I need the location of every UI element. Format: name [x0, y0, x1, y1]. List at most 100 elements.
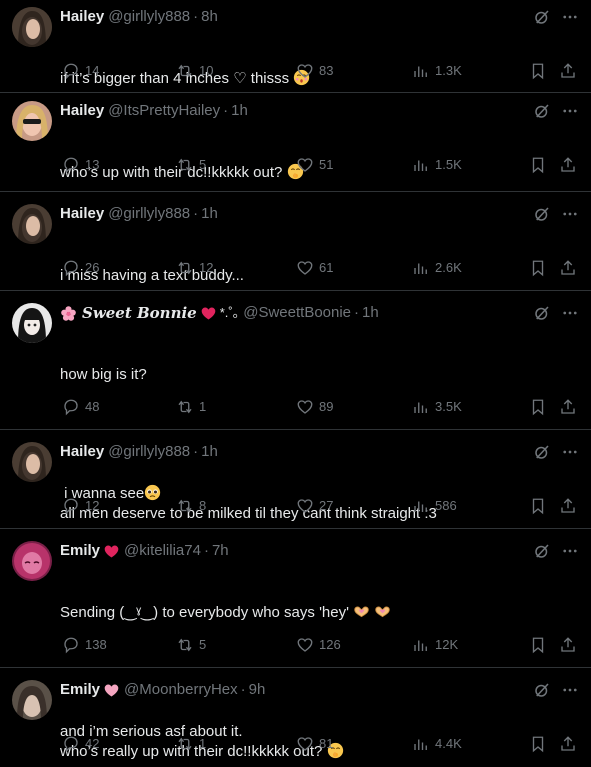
views-button[interactable]: 1.3K	[412, 61, 462, 81]
repost-button[interactable]: 5	[176, 155, 206, 175]
tweet-actions: 138 5 126 12K	[60, 635, 579, 655]
reply-button[interactable]: 138	[62, 635, 107, 655]
user-handle[interactable]: @ItsPrettyHailey	[108, 101, 220, 121]
timestamp[interactable]: 1h	[201, 442, 218, 462]
avatar[interactable]	[12, 541, 52, 581]
tweet[interactable]: Hailey @girllyly888 · 8h if it’s bigger …	[0, 0, 591, 93]
avatar[interactable]	[12, 303, 52, 343]
reply-count: 12	[85, 498, 100, 513]
avatar[interactable]	[12, 442, 52, 482]
bookmark-button[interactable]	[529, 397, 547, 417]
tweet[interactable]: Hailey @girllyly888 · 1h i miss having a…	[0, 192, 591, 291]
share-button[interactable]	[559, 635, 577, 655]
view-count: 4.4K	[435, 736, 462, 751]
views-button[interactable]: 12K	[412, 635, 458, 655]
reply-button[interactable]: 14	[62, 61, 99, 81]
display-name[interactable]: 𝑺𝒘𝒆𝒆𝒕 𝑩𝒐𝒏𝒏𝒊𝒆	[82, 303, 197, 323]
user-handle[interactable]: @girllyly888	[108, 7, 190, 27]
user-handle[interactable]: @girllyly888	[108, 442, 190, 462]
bookmark-icon	[532, 399, 544, 416]
display-name[interactable]: Hailey	[60, 7, 104, 27]
tweet[interactable]: Emily @kitelilia74 · 7h Sending (‿ˠ‿) to…	[0, 529, 591, 740]
more-options-icon[interactable]	[561, 304, 579, 322]
reply-button[interactable]: 42	[62, 734, 99, 754]
timestamp[interactable]: 9h	[249, 680, 266, 700]
bookmark-button[interactable]	[529, 734, 547, 754]
reply-icon	[64, 637, 78, 654]
like-button[interactable]: 83	[296, 61, 333, 81]
reply-button[interactable]: 48	[62, 397, 99, 417]
share-button[interactable]	[559, 397, 577, 417]
bookmark-button[interactable]	[529, 155, 547, 175]
tweet-actions: 48 1 89 3.5K	[60, 397, 579, 417]
display-name[interactable]: Emily	[60, 541, 100, 561]
share-button[interactable]	[559, 258, 577, 278]
like-button[interactable]: 126	[296, 635, 341, 655]
repost-button[interactable]: 1	[176, 397, 206, 417]
tweet[interactable]: 𝑺𝒘𝒆𝒆𝒕 𝑩𝒐𝒏𝒏𝒊𝒆 *.˚｡ @SweettBoonie · 1h how…	[0, 291, 591, 502]
more-options-icon[interactable]	[561, 542, 579, 560]
bookmark-button[interactable]	[529, 496, 547, 516]
repost-button[interactable]: 8	[176, 496, 206, 516]
user-handle[interactable]: @SweettBoonie	[243, 303, 351, 323]
views-button[interactable]: 586	[412, 496, 457, 516]
like-button[interactable]: 27	[296, 496, 333, 516]
bookmark-button[interactable]	[529, 61, 547, 81]
bookmark-icon	[532, 736, 544, 753]
more-options-icon[interactable]	[561, 681, 579, 699]
repost-button[interactable]: 10	[176, 61, 213, 81]
bookmark-button[interactable]	[529, 635, 547, 655]
timestamp[interactable]: 7h	[212, 541, 229, 561]
share-icon	[561, 399, 575, 414]
repost-button[interactable]: 12	[176, 258, 213, 278]
grok-icon[interactable]	[533, 102, 551, 120]
bookmark-button[interactable]	[529, 258, 547, 278]
grok-icon[interactable]	[533, 8, 551, 26]
like-button[interactable]: 89	[296, 397, 333, 417]
grok-icon[interactable]	[533, 443, 551, 461]
share-button[interactable]	[559, 496, 577, 516]
user-handle[interactable]: @girllyly888	[108, 204, 190, 224]
more-options-icon[interactable]	[561, 8, 579, 26]
user-handle[interactable]: @kitelilia74	[124, 541, 201, 561]
display-name[interactable]: Hailey	[60, 204, 104, 224]
avatar[interactable]	[12, 680, 52, 720]
repost-button[interactable]: 5	[176, 635, 206, 655]
reply-button[interactable]: 26	[62, 258, 99, 278]
grok-icon[interactable]	[533, 542, 551, 560]
timestamp[interactable]: 1h	[231, 101, 248, 121]
timestamp[interactable]: 1h	[362, 303, 379, 323]
repost-button[interactable]: 1	[176, 734, 206, 754]
views-button[interactable]: 2.6K	[412, 258, 462, 278]
user-handle[interactable]: @MoonberryHex	[124, 680, 238, 700]
display-name[interactable]: Emily	[60, 680, 100, 700]
display-name[interactable]: Hailey	[60, 101, 104, 121]
grok-icon[interactable]	[533, 205, 551, 223]
avatar[interactable]	[12, 101, 52, 141]
like-button[interactable]: 51	[296, 155, 333, 175]
tweet[interactable]: Hailey @ItsPrettyHailey · 1h who’s up wi…	[0, 93, 591, 192]
grok-icon[interactable]	[533, 681, 551, 699]
more-options-icon[interactable]	[561, 443, 579, 461]
tweet[interactable]: Hailey @girllyly888 · 1h all men deserve…	[0, 430, 591, 529]
views-button[interactable]: 1.5K	[412, 155, 462, 175]
grok-icon[interactable]	[533, 304, 551, 322]
share-icon	[561, 157, 575, 172]
timestamp[interactable]: 1h	[201, 204, 218, 224]
reply-button[interactable]: 13	[62, 155, 99, 175]
share-button[interactable]	[559, 734, 577, 754]
share-button[interactable]	[559, 61, 577, 81]
display-name[interactable]: Hailey	[60, 442, 104, 462]
views-button[interactable]: 3.5K	[412, 397, 462, 417]
timestamp[interactable]: 8h	[201, 7, 218, 27]
share-button[interactable]	[559, 155, 577, 175]
avatar[interactable]	[12, 204, 52, 244]
reply-button[interactable]: 12	[62, 496, 99, 516]
views-button[interactable]: 4.4K	[412, 734, 462, 754]
like-button[interactable]: 81	[296, 734, 333, 754]
more-options-icon[interactable]	[561, 205, 579, 223]
like-button[interactable]: 61	[296, 258, 333, 278]
avatar[interactable]	[12, 7, 52, 47]
tweet[interactable]: Emily @MoonberryHex · 9h who’s really up…	[0, 668, 591, 767]
more-options-icon[interactable]	[561, 102, 579, 120]
